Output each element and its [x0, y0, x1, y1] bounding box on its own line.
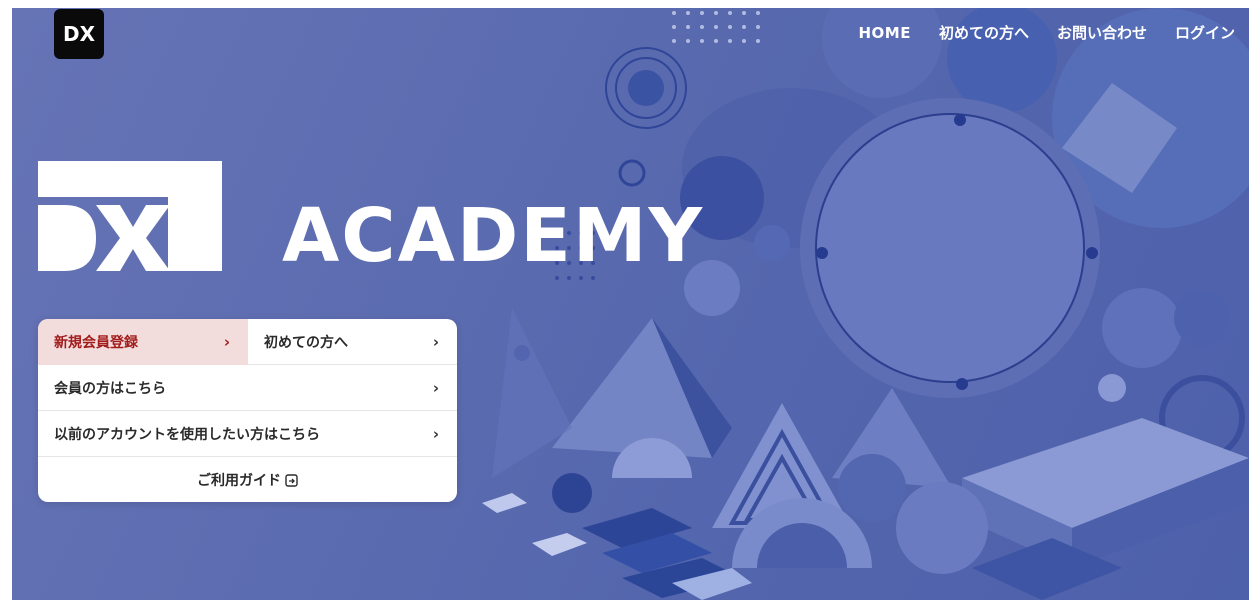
previous-account-button[interactable]: 以前のアカウントを使用したい方はこちら ›	[38, 411, 457, 457]
menu-row-guide: ご利用ガイド	[38, 457, 457, 502]
hero-menu-card: 新規会員登録 › 初めての方へ › 会員の方はこちら › 以前のアカウントを使用…	[38, 319, 457, 502]
guide-link[interactable]: ご利用ガイド	[197, 470, 298, 490]
nav-login[interactable]: ログイン	[1161, 22, 1249, 44]
member-login-button[interactable]: 会員の方はこちら ›	[38, 365, 457, 411]
dx-brand-mark	[38, 161, 222, 271]
hero-section: DX HOME 初めての方へ お問い合わせ ログイン ACADEMY 新規会員登…	[12, 8, 1249, 600]
register-label: 新規会員登録	[54, 334, 138, 351]
menu-row-previous: 以前のアカウントを使用したい方はこちら ›	[38, 411, 457, 457]
site-logo[interactable]: DX	[54, 9, 104, 59]
chevron-right-icon: ›	[223, 332, 230, 351]
chevron-right-icon: ›	[432, 424, 439, 443]
chevron-right-icon: ›	[432, 332, 439, 351]
chevron-right-icon: ›	[432, 378, 439, 397]
menu-row-top: 新規会員登録 › 初めての方へ ›	[38, 319, 457, 365]
nav-contact[interactable]: お問い合わせ	[1043, 22, 1161, 44]
guide-label: ご利用ガイド	[197, 473, 281, 489]
external-link-icon	[285, 474, 298, 487]
top-nav: HOME 初めての方へ お問い合わせ ログイン	[844, 22, 1249, 44]
brand-academy-text: ACADEMY	[282, 193, 705, 279]
previous-account-label: 以前のアカウントを使用したい方はこちら	[54, 426, 320, 443]
member-label: 会員の方はこちら	[54, 380, 166, 397]
nav-first-time[interactable]: 初めての方へ	[925, 22, 1043, 44]
menu-row-member: 会員の方はこちら ›	[38, 365, 457, 411]
register-button[interactable]: 新規会員登録 ›	[38, 319, 248, 365]
first-time-button[interactable]: 初めての方へ ›	[248, 319, 457, 365]
hero-artwork	[482, 8, 1249, 600]
first-time-label: 初めての方へ	[264, 334, 348, 351]
nav-home[interactable]: HOME	[844, 22, 924, 44]
